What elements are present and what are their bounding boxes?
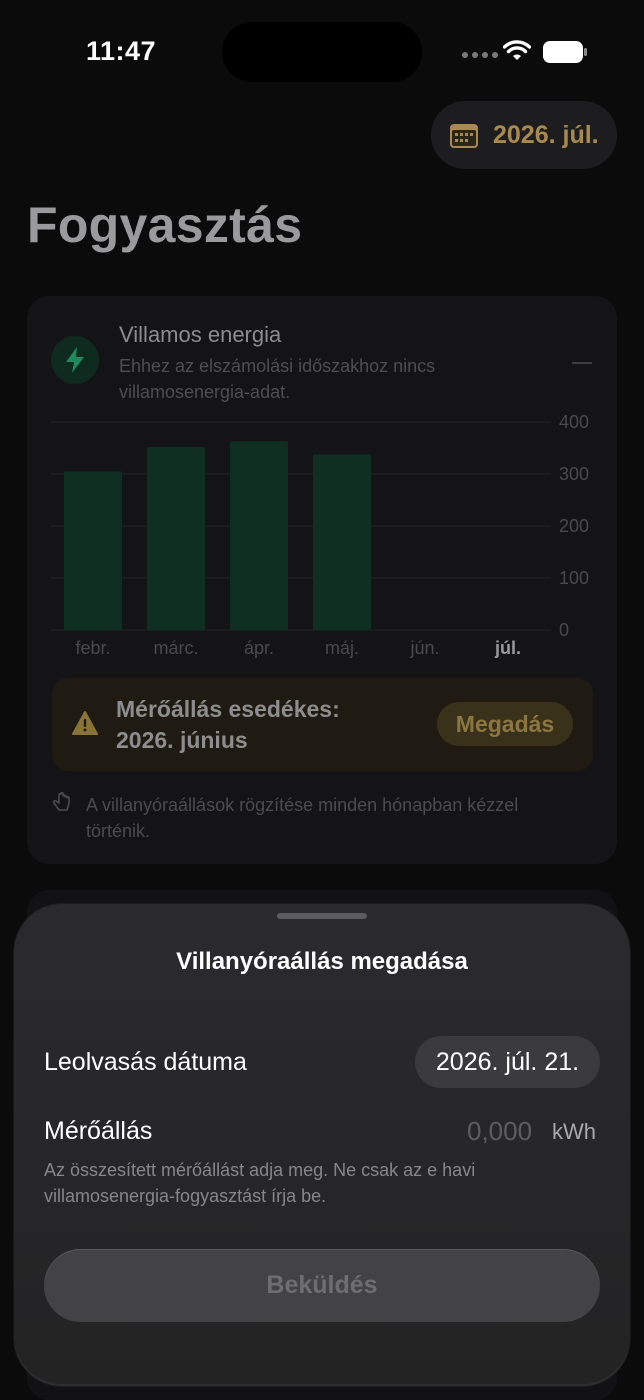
bar (64, 471, 122, 630)
alert-line-2: 2026. június (116, 727, 248, 753)
submit-button[interactable]: Beküldés (44, 1249, 600, 1322)
warning-icon (72, 711, 98, 735)
sheet-grabber[interactable] (277, 913, 367, 919)
period-selector-button[interactable]: 2026. júl. (431, 101, 617, 169)
page-title: Fogyasztás (27, 197, 303, 253)
alert-line-1: Mérőállás esedékes: (116, 696, 340, 722)
y-tick-label: 300 (559, 464, 589, 484)
value-placeholder-dash (572, 362, 592, 364)
unit-label: kWh (552, 1119, 596, 1144)
x-tick-label: júl. (494, 638, 521, 658)
calendar-icon (450, 124, 478, 148)
x-tick-label: febr. (75, 638, 110, 658)
x-tick-label: ápr. (244, 638, 274, 658)
consumption-bar-chart: 0 100 200 300 400 febr. márc. ápr. máj. jún. júl. (51, 412, 589, 658)
y-tick-label: 200 (559, 516, 589, 536)
bolt-icon (66, 347, 84, 373)
y-tick-label: 100 (559, 568, 589, 588)
bolt-icon-badge (51, 336, 99, 384)
hand-tap-icon (52, 791, 70, 811)
x-tick-label: máj. (325, 638, 359, 658)
card-title: Villamos energia (119, 322, 282, 347)
card-subtitle: Ehhez az elszámolási időszakhoz nincs vi… (119, 356, 436, 402)
bar (147, 446, 205, 630)
sheet-title: Villanyóraállás megadása (176, 948, 468, 975)
help-text: Az összesített mérőállást adja meg. Ne c… (44, 1160, 476, 1206)
bar (230, 441, 288, 630)
reading-date-picker[interactable]: 2026. júl. 21. (415, 1036, 600, 1088)
y-tick-label: 0 (559, 620, 569, 640)
period-label: 2026. júl. (493, 120, 599, 149)
bar (313, 454, 371, 630)
enter-reading-button[interactable]: Megadás (437, 702, 573, 746)
meter-reading-input[interactable]: 0,000 (467, 1116, 532, 1147)
meter-reading-sheet: Villanyóraállás megadása Leolvasás dátum… (14, 904, 630, 1386)
electricity-card: Villamos energia Ehhez az elszámolási id… (27, 296, 617, 864)
meter-reading-label: Mérőállás (44, 1117, 153, 1145)
reading-date-label: Leolvasás dátuma (44, 1048, 247, 1076)
x-tick-label: jún. (409, 638, 439, 658)
alert-text: Mérőállás esedékes: 2026. június (116, 694, 340, 756)
reading-due-alert: Mérőállás esedékes: 2026. június Megadás (52, 678, 593, 771)
manual-reading-note: A villanyóraállások rögzítése minden hón… (86, 795, 519, 841)
x-tick-label: márc. (154, 638, 199, 658)
y-tick-label: 400 (559, 412, 589, 432)
